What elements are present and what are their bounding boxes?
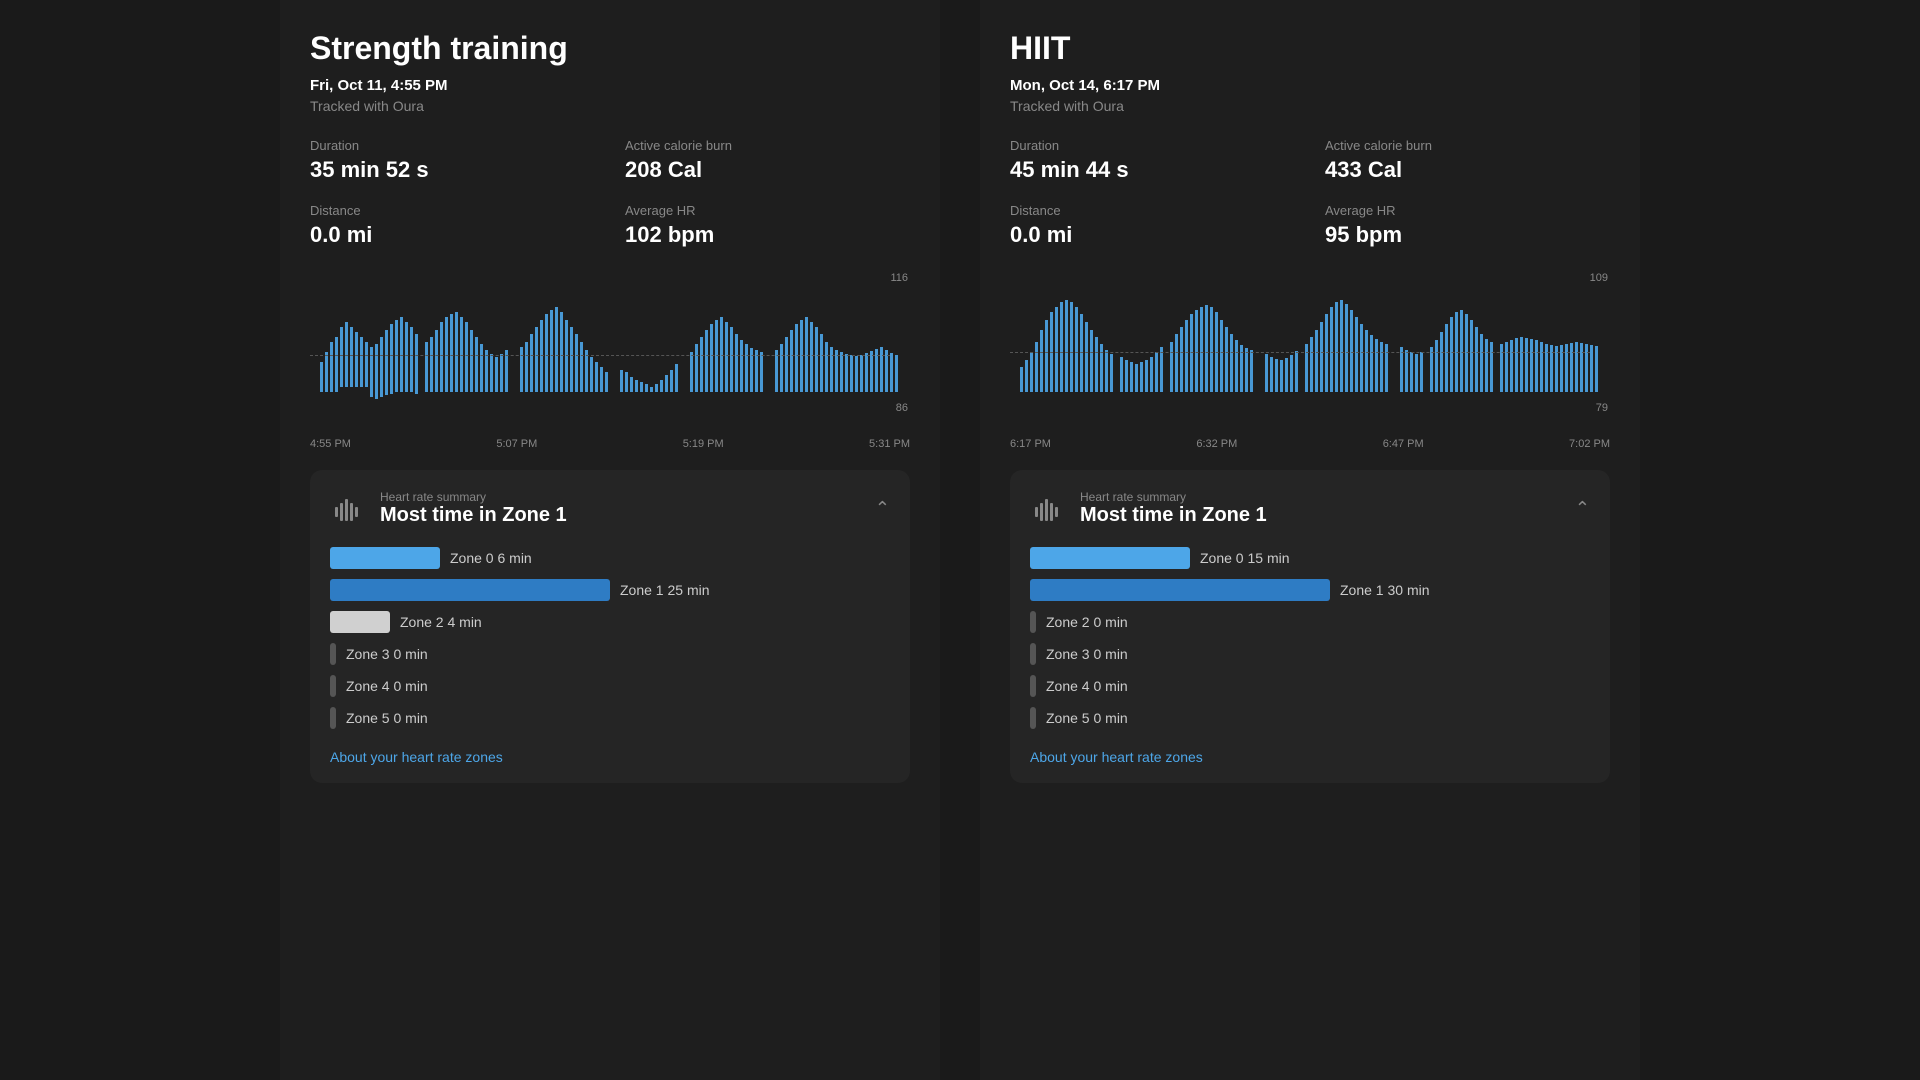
zone-row-4-1: Zone 4 0 min — [330, 675, 890, 697]
stat-duration-2: Duration 45 min 44 s — [1010, 138, 1295, 183]
hr-icon-2 — [1030, 491, 1066, 527]
chart-x-label-2-1: 6:32 PM — [1196, 438, 1237, 450]
hr-summary-header-1: Heart rate summary Most time in Zone 1 ⌃ — [330, 490, 890, 527]
strength-training-card: Strength training Fri, Oct 11, 4:55 PM T… — [280, 0, 940, 1080]
zone-row-5-2: Zone 5 0 min — [1030, 707, 1590, 729]
stats-grid-2: Duration 45 min 44 s Active calorie burn… — [1010, 138, 1610, 248]
stat-calories-2: Active calorie burn 433 Cal — [1325, 138, 1610, 183]
chart-x-label-1: 5:07 PM — [496, 438, 537, 450]
chart-x-label-2-0: 6:17 PM — [1010, 438, 1051, 450]
chart-y-max-1: 116 — [890, 272, 908, 284]
zone-row-3-2: Zone 3 0 min — [1030, 643, 1590, 665]
zone-row-0-1: Zone 0 6 min — [330, 547, 890, 569]
hr-chart-2: 109 79 — [1010, 272, 1610, 432]
stat-duration-1: Duration 35 min 52 s — [310, 138, 595, 183]
hr-summary-text-1: Heart rate summary Most time in Zone 1 — [380, 490, 567, 527]
zone-row-1-1: Zone 1 25 min — [330, 579, 890, 601]
chart-x-label-3: 5:31 PM — [869, 438, 910, 450]
stat-avg-hr-2: Average HR 95 bpm — [1325, 203, 1610, 248]
avg-line-1 — [310, 355, 890, 356]
zone-bar-3-1 — [330, 643, 336, 665]
workout-date-1: Fri, Oct 11, 4:55 PM — [310, 77, 910, 94]
chart-x-labels-1: 4:55 PM 5:07 PM 5:19 PM 5:31 PM — [310, 438, 910, 450]
hr-summary-header-2: Heart rate summary Most time in Zone 1 ⌃ — [1030, 490, 1590, 527]
page-wrapper: Strength training Fri, Oct 11, 4:55 PM T… — [0, 0, 1920, 1080]
zone-row-2-1: Zone 2 4 min — [330, 611, 890, 633]
zone-bar-0-1 — [330, 547, 440, 569]
zone-bars-2: Zone 0 15 min Zone 1 30 min Zone 2 0 min… — [1030, 547, 1590, 729]
chart-y-min-2: 79 — [1596, 402, 1608, 414]
chart-y-max-2: 109 — [1590, 272, 1608, 284]
tracked-by-1: Tracked with Oura — [310, 98, 910, 114]
chart-x-label-0: 4:55 PM — [310, 438, 351, 450]
zone-bar-2-1 — [330, 611, 390, 633]
zone-row-4-2: Zone 4 0 min — [1030, 675, 1590, 697]
chevron-up-icon-2[interactable]: ⌃ — [1575, 498, 1590, 519]
hr-icon-1 — [330, 491, 366, 527]
zone-bars-1: Zone 0 6 min Zone 1 25 min Zone 2 4 min … — [330, 547, 890, 729]
zone-bar-4-1 — [330, 675, 336, 697]
stats-grid-1: Duration 35 min 52 s Active calorie burn… — [310, 138, 910, 248]
zone-bar-4-2 — [1030, 675, 1036, 697]
zone-bar-3-2 — [1030, 643, 1036, 665]
chart-x-label-2-3: 7:02 PM — [1569, 438, 1610, 450]
zone-bar-1-2 — [1030, 579, 1330, 601]
chart-x-label-2: 5:19 PM — [683, 438, 724, 450]
hr-chart-1: 116 86 — [310, 272, 910, 432]
stat-avg-hr-1: Average HR 102 bpm — [625, 203, 910, 248]
chart-x-label-2-2: 6:47 PM — [1383, 438, 1424, 450]
chart-svg-2 — [1010, 272, 1610, 412]
chart-y-min-1: 86 — [896, 402, 908, 414]
about-hr-zones-link-1[interactable]: About your heart rate zones — [330, 749, 503, 765]
hiit-card: HIIT Mon, Oct 14, 6:17 PM Tracked with O… — [980, 0, 1640, 1080]
zone-row-1-2: Zone 1 30 min — [1030, 579, 1590, 601]
zone-bar-1-1 — [330, 579, 610, 601]
hr-summary-section-1: Heart rate summary Most time in Zone 1 ⌃… — [310, 470, 910, 783]
chart-svg-1 — [310, 272, 910, 412]
zone-row-0-2: Zone 0 15 min — [1030, 547, 1590, 569]
zone-bar-5-2 — [1030, 707, 1036, 729]
hr-summary-text-2: Heart rate summary Most time in Zone 1 — [1080, 490, 1267, 527]
zone-bar-5-1 — [330, 707, 336, 729]
chart-x-labels-2: 6:17 PM 6:32 PM 6:47 PM 7:02 PM — [1010, 438, 1610, 450]
zone-bar-0-2 — [1030, 547, 1190, 569]
chevron-up-icon-1[interactable]: ⌃ — [875, 498, 890, 519]
zone-bar-2-2 — [1030, 611, 1036, 633]
stat-distance-1: Distance 0.0 mi — [310, 203, 595, 248]
stat-calories-1: Active calorie burn 208 Cal — [625, 138, 910, 183]
stat-distance-2: Distance 0.0 mi — [1010, 203, 1295, 248]
workout-date-2: Mon, Oct 14, 6:17 PM — [1010, 77, 1610, 94]
hr-summary-left-2: Heart rate summary Most time in Zone 1 — [1030, 490, 1267, 527]
zone-row-2-2: Zone 2 0 min — [1030, 611, 1590, 633]
workout-title-2: HIIT — [1010, 30, 1610, 67]
zone-row-5-1: Zone 5 0 min — [330, 707, 890, 729]
tracked-by-2: Tracked with Oura — [1010, 98, 1610, 114]
hr-summary-left-1: Heart rate summary Most time in Zone 1 — [330, 490, 567, 527]
hr-summary-section-2: Heart rate summary Most time in Zone 1 ⌃… — [1010, 470, 1610, 783]
zone-row-3-1: Zone 3 0 min — [330, 643, 890, 665]
avg-line-2 — [1010, 352, 1590, 353]
workout-title-1: Strength training — [310, 30, 910, 67]
about-hr-zones-link-2[interactable]: About your heart rate zones — [1030, 749, 1203, 765]
